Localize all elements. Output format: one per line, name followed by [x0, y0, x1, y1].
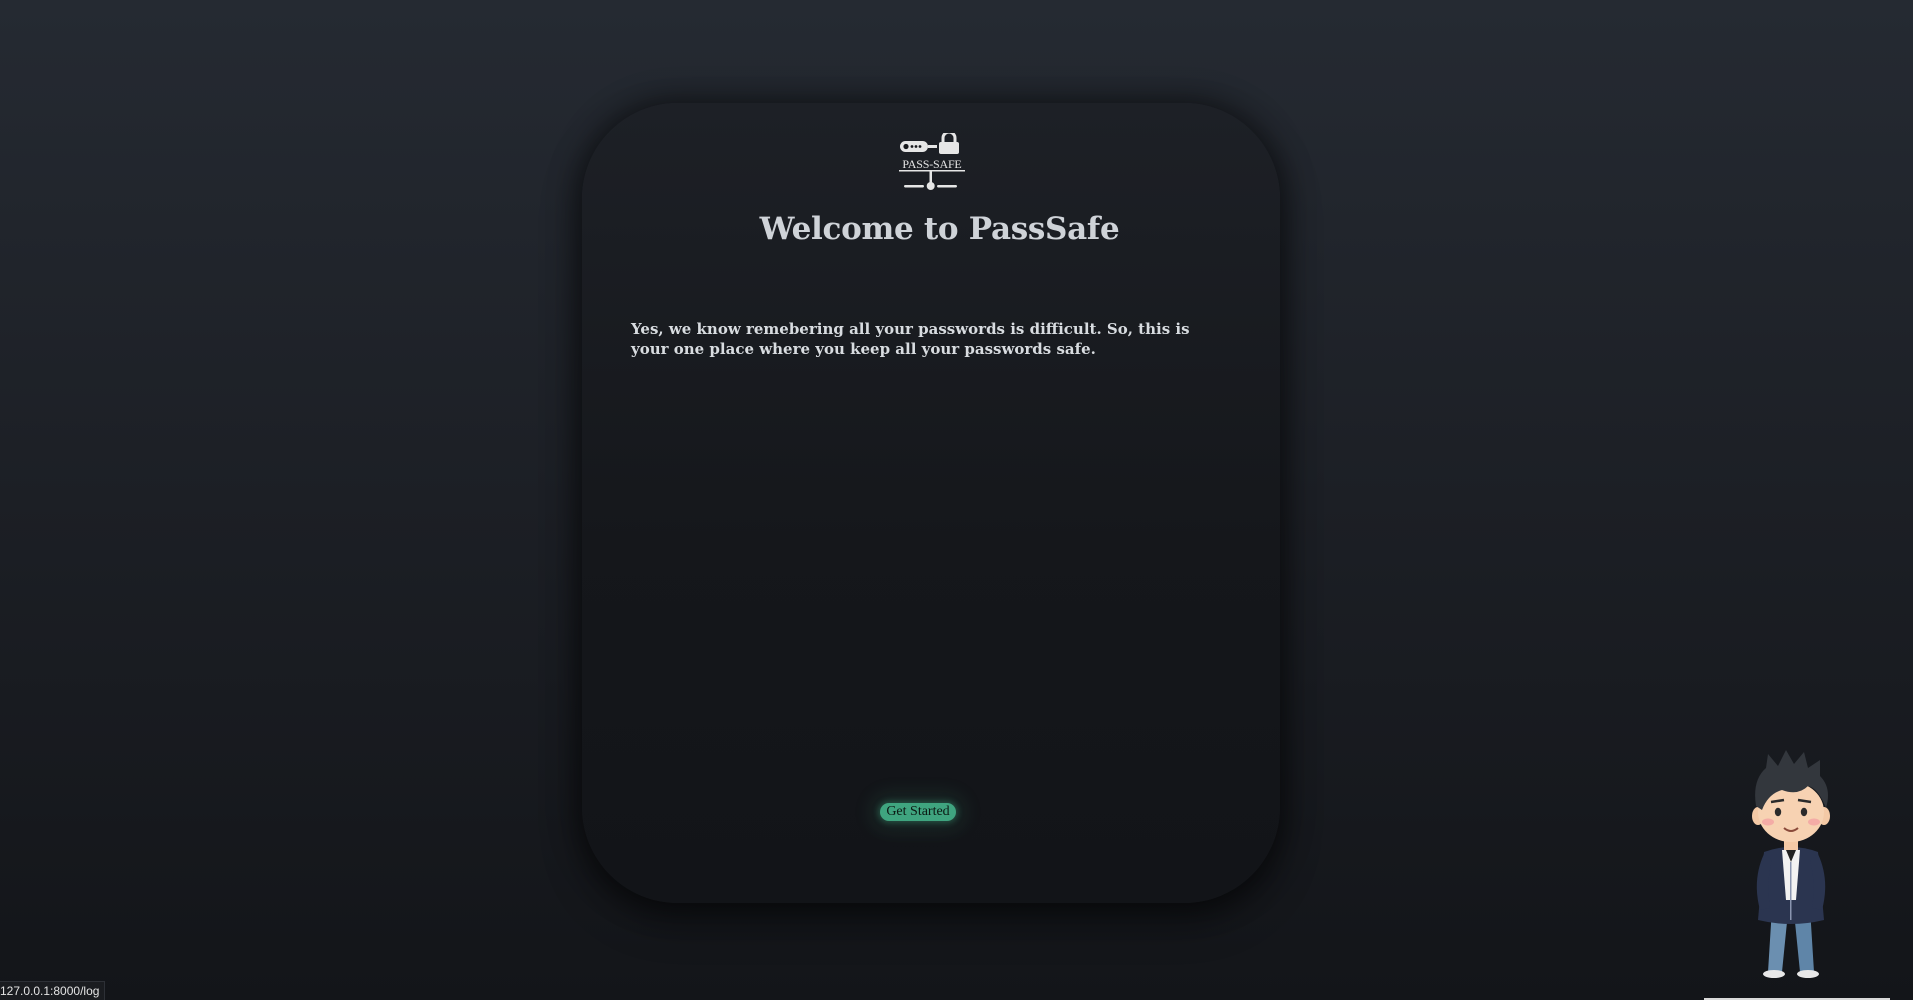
mascot-illustration: [1738, 750, 1844, 982]
pass-safe-logo: PASS-SAFE: [896, 130, 968, 195]
logo-text: PASS-SAFE: [902, 157, 962, 171]
welcome-card: PASS-SAFE Welcome to PassSafe Yes, we kn…: [582, 103, 1280, 903]
status-bar-url: 127.0.0.1:8000/log: [0, 981, 106, 1000]
cartoon-boy-mascot-icon: [1752, 750, 1830, 978]
intro-description: Yes, we know remebering all your passwor…: [631, 320, 1190, 358]
page-title: Welcome to PassSafe: [759, 211, 1120, 247]
get-started-button[interactable]: Get Started: [880, 803, 956, 821]
